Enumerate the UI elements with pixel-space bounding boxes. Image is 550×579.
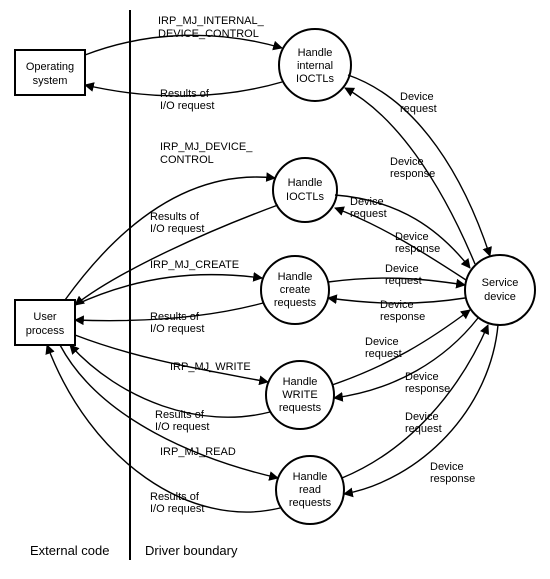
devres-int-2: response [390,168,435,180]
irp-read-label: IRP_MJ_READ [160,446,236,458]
devreq-rea-2: request [405,423,442,435]
results-write-1: Results of [155,409,205,421]
devreq-int-2: request [400,103,437,115]
results-create-2: I/O request [150,323,204,335]
devres-cre-1: Device [380,299,414,311]
results-write-2: I/O request [155,421,209,433]
devreq-wri-2: request [365,348,402,360]
user-process-node: User process [15,300,75,345]
svg-text:device: device [484,291,516,303]
devres-cre-2: response [380,311,425,323]
devreq-cre-1: Device [385,263,419,275]
handle-ioctls-node: Handle IOCTLs [273,158,337,222]
svg-text:Handle: Handle [298,47,333,59]
results-internal-2: I/O request [160,100,214,112]
devres-wri-2: response [405,383,450,395]
svg-text:Operating: Operating [26,61,74,73]
handle-read-requests-node: Handle read requests [276,456,344,524]
svg-text:read: read [299,484,321,496]
results-ioctl-2: I/O request [150,223,204,235]
irp-internal-label-1: IRP_MJ_INTERNAL_ [158,15,265,27]
devres-wri-1: Device [405,371,439,383]
devreq-wri-1: Device [365,336,399,348]
svg-text:requests: requests [289,497,332,509]
svg-text:IOCTLs: IOCTLs [296,73,334,85]
devreq-cre-2: request [385,275,422,287]
devreq-ioc-2: request [350,208,387,220]
devres-ioc-2: response [395,243,440,255]
results-ioctl-1: Results of [150,211,200,223]
devreq-int-1: Device [400,91,434,103]
svg-text:Service: Service [482,277,519,289]
results-read-2: I/O request [150,503,204,515]
irp-ioctl-label-1: IRP_MJ_DEVICE_ [160,141,253,153]
service-device-node: Service device [465,255,535,325]
svg-text:process: process [26,325,65,337]
results-read-1: Results of [150,491,200,503]
operating-system-node: Operating system [15,50,85,95]
devres-rea-2: response [430,473,475,485]
external-code-label: External code [30,543,110,558]
svg-text:requests: requests [279,402,322,414]
svg-text:create: create [280,284,311,296]
svg-text:WRITE: WRITE [282,389,317,401]
irp-internal-label-2: DEVICE_CONTROL [158,28,259,40]
arrow-read-to-svc [342,325,488,478]
devres-ioc-1: Device [395,231,429,243]
devres-rea-1: Device [430,461,464,473]
irp-create-label: IRP_MJ_CREATE [150,259,239,271]
results-internal-1: Results of [160,88,210,100]
devreq-ioc-1: Device [350,196,384,208]
handle-write-requests-node: Handle WRITE requests [266,361,334,429]
svg-text:internal: internal [297,60,333,72]
svg-text:requests: requests [274,297,317,309]
arrow-user-to-create [75,275,262,305]
svg-text:Handle: Handle [293,471,328,483]
svg-text:system: system [33,75,68,87]
driver-boundary-label: Driver boundary [145,543,238,558]
irp-ioctl-label-2: CONTROL [160,154,214,166]
devreq-rea-1: Device [405,411,439,423]
arrow-write-to-user [70,345,270,417]
irp-write-label: IRP_MJ_WRITE [170,361,251,373]
results-create-1: Results of [150,311,200,323]
svg-text:User: User [33,311,57,323]
svg-text:Handle: Handle [283,376,318,388]
handle-create-requests-node: Handle create requests [261,256,329,324]
svg-text:Handle: Handle [288,177,323,189]
svg-text:IOCTLs: IOCTLs [286,191,324,203]
devres-int-1: Device [390,156,424,168]
svg-text:Handle: Handle [278,271,313,283]
arrow-user-to-ioctl [65,177,275,300]
handle-internal-ioctls-node: Handle internal IOCTLs [279,29,351,101]
